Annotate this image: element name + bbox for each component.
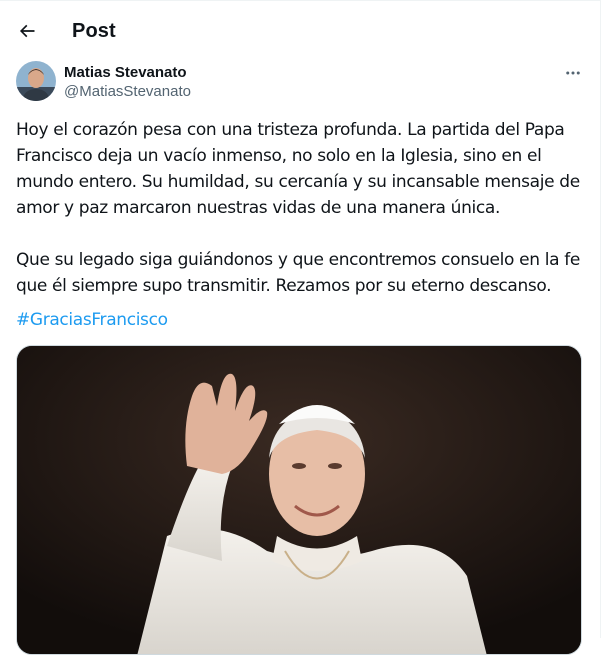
hashtag-link[interactable]: #GraciasFrancisco xyxy=(16,307,168,333)
post-view: Post Matias Stevanato @MatiasStevanato H… xyxy=(0,0,601,655)
post-header: Post xyxy=(0,1,600,61)
pope-waving-photo xyxy=(17,346,581,654)
author-handle[interactable]: @MatiasStevanato xyxy=(64,83,191,100)
more-options-button[interactable] xyxy=(556,61,590,85)
page-title: Post xyxy=(72,20,116,42)
back-button[interactable] xyxy=(10,14,44,48)
post-image[interactable] xyxy=(16,345,582,655)
post-paragraph: Hoy el corazón pesa con una tristeza pro… xyxy=(16,120,580,218)
user-avatar-icon xyxy=(16,61,56,101)
post-paragraph: Que su legado siga guiándonos y que enco… xyxy=(16,250,580,296)
post-author: Matias Stevanato @MatiasStevanato xyxy=(16,61,586,105)
author-display-name[interactable]: Matias Stevanato xyxy=(64,64,187,81)
more-horizontal-icon xyxy=(566,71,580,75)
avatar[interactable] xyxy=(16,61,56,101)
arrow-left-icon xyxy=(19,24,35,38)
post-text: Hoy el corazón pesa con una tristeza pro… xyxy=(16,117,584,299)
